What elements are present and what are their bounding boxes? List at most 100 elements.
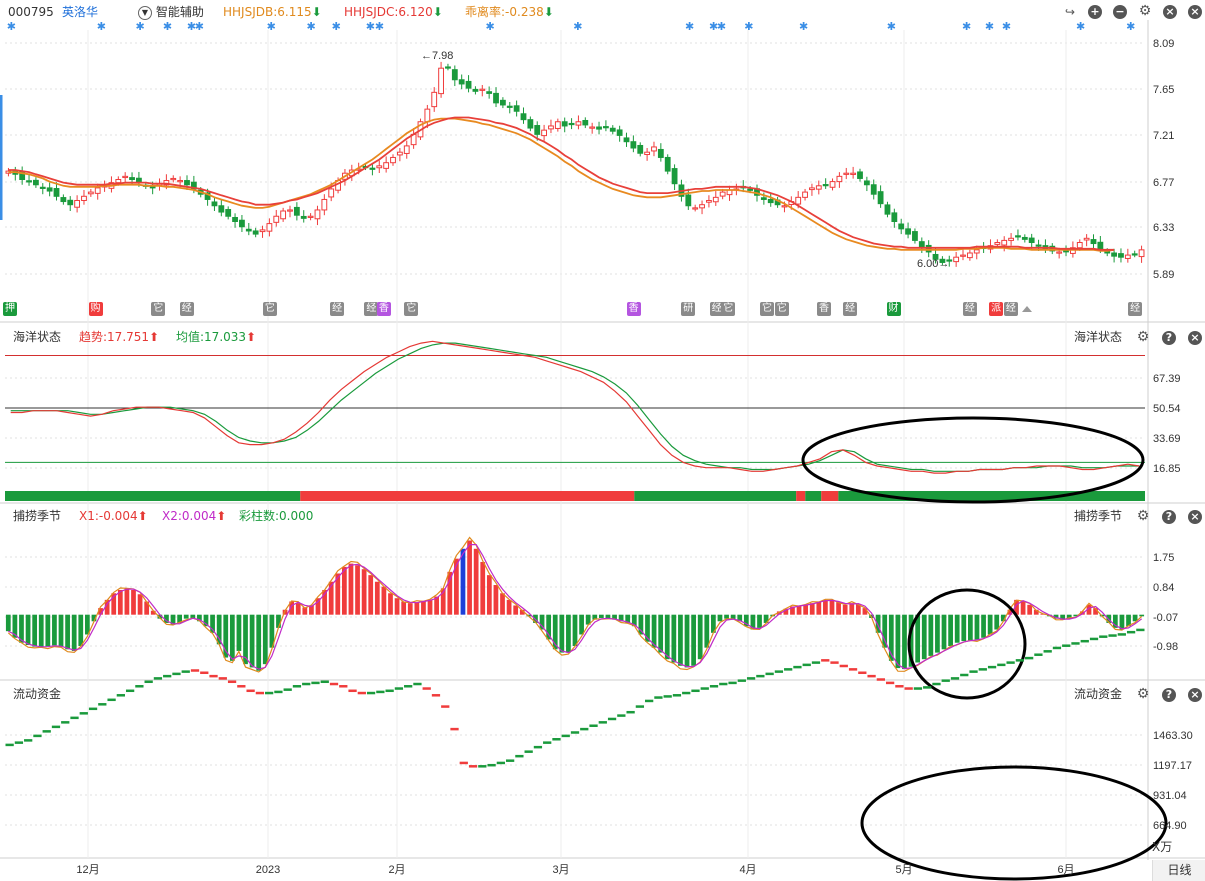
event-tag[interactable]: 它 [404, 302, 419, 316]
candle-body [863, 180, 870, 186]
event-tag[interactable]: 经 [330, 302, 345, 316]
histogram-bar [823, 599, 828, 615]
candle-body [953, 256, 960, 263]
event-tag[interactable]: 押 [3, 302, 17, 316]
settings-icon[interactable]: ⚙ [1136, 330, 1150, 344]
histogram-bar [968, 614, 973, 641]
liquidity-step-bar [876, 678, 885, 681]
y-tick: -0.98 [1153, 641, 1179, 653]
candle-body [891, 212, 898, 222]
event-tag[interactable]: 香 [816, 302, 831, 316]
histogram-bar [295, 603, 301, 615]
close-icon[interactable]: × [1188, 331, 1202, 345]
candle-body [966, 252, 973, 259]
y-tick: 33.69 [1153, 433, 1181, 445]
help-icon[interactable]: ? [1162, 331, 1176, 345]
candle-body [458, 79, 465, 85]
period-button[interactable]: 日线 [1152, 860, 1205, 881]
event-tag[interactable]: 它 [262, 302, 277, 316]
histogram-bar [401, 601, 407, 615]
candle-body [973, 249, 980, 254]
max-price-value: 7.98 [432, 50, 454, 62]
event-tag[interactable]: 它 [721, 302, 736, 316]
event-tag[interactable]: 经 [1128, 302, 1143, 316]
event-tag[interactable]: 香 [376, 302, 391, 316]
histogram-bar [697, 614, 703, 660]
candle-body [60, 197, 67, 203]
histogram-bar [368, 575, 374, 615]
event-tag[interactable]: 它 [151, 302, 166, 316]
liquidity-step-bar [589, 724, 598, 727]
settings-icon[interactable]: ⚙ [1136, 509, 1150, 523]
histogram-bar [467, 540, 472, 615]
highlight-ellipse [860, 765, 1168, 881]
liquidity-step-bar [33, 734, 42, 738]
candle-body [287, 209, 293, 212]
event-tag[interactable]: 经 [1003, 302, 1018, 316]
histogram-bar [1027, 604, 1033, 615]
histogram-bar [816, 601, 822, 615]
panel-title: 海洋状态 [13, 330, 62, 344]
histogram-bar [493, 585, 499, 615]
help-icon[interactable]: ? [1162, 688, 1176, 702]
candle-body [568, 122, 575, 126]
liquidity-step-bar [1006, 661, 1015, 664]
chart-canvas [0, 20, 1205, 881]
liquidity-step-bar [357, 691, 366, 695]
collapse-toggle-icon[interactable] [1022, 306, 1032, 312]
histogram-bar [381, 586, 387, 615]
liquidity-step-bar [274, 690, 283, 694]
candle-body [596, 126, 602, 130]
event-tag[interactable]: 财 [886, 302, 901, 316]
event-tag[interactable]: 经 [843, 302, 858, 316]
liquidity-step-bar [79, 712, 88, 715]
liquidity-step-bar [404, 685, 413, 688]
candle-body [1138, 249, 1145, 258]
close-icon[interactable]: × [1188, 510, 1202, 524]
candle-body [184, 180, 190, 186]
candle-body [1021, 236, 1028, 240]
liquidity-step-bar [1099, 635, 1108, 638]
liquidity-step-bar [441, 705, 450, 708]
liquidity-step-bar [200, 671, 209, 675]
liquidity-step-bar [255, 691, 265, 695]
candle-body [651, 146, 657, 152]
histogram-bar [374, 581, 380, 615]
event-tag[interactable]: 它 [759, 302, 774, 316]
liquidity-step-bar [172, 672, 181, 676]
histogram-bar [262, 614, 268, 665]
candle-body [225, 209, 232, 217]
candle-body [815, 185, 822, 190]
event-tag[interactable]: 经 [179, 302, 194, 316]
liquidity-step-bar [691, 689, 700, 693]
settings-icon[interactable]: ⚙ [1136, 687, 1150, 701]
histogram-bar [829, 600, 835, 615]
histogram-bar [460, 548, 466, 615]
event-tag[interactable]: 经 [962, 302, 977, 316]
close-icon[interactable]: × [1188, 688, 1202, 702]
candle-body [170, 177, 177, 181]
event-tag[interactable]: 购 [88, 302, 103, 316]
event-tag[interactable]: 它 [774, 302, 789, 316]
help-icon[interactable]: ? [1162, 510, 1176, 524]
event-tag[interactable]: 派 [989, 302, 1004, 316]
liquidity-step-bar [116, 694, 125, 697]
liquidity-step-bar [580, 727, 589, 731]
candle-body [809, 187, 815, 191]
x1-line [7, 536, 1143, 673]
candle-body [266, 223, 273, 232]
histogram-bar [45, 614, 51, 647]
liquidity-step-bar [987, 665, 997, 669]
liquidity-step-bar [885, 681, 895, 685]
candle-body [396, 151, 403, 156]
liquidity-step-bar [515, 754, 524, 758]
liquidity-step-bar [125, 689, 135, 693]
state-band-segment [805, 491, 822, 501]
histogram-bar [987, 614, 993, 635]
event-tag[interactable]: 香 [626, 302, 641, 316]
candle-body [87, 191, 94, 195]
histogram-bar [717, 614, 723, 622]
event-tag[interactable]: 研 [681, 302, 696, 316]
histogram-bar [842, 604, 848, 615]
y-tick: 1197.17 [1153, 760, 1192, 772]
